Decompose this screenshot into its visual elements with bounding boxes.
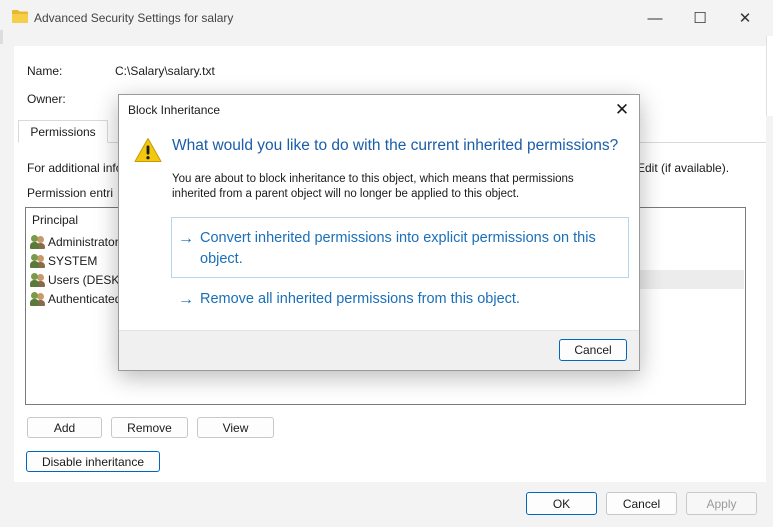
close-button[interactable]: ✕ <box>722 6 768 30</box>
user-group-icon <box>30 253 46 268</box>
dialog-body-text: You are about to block inheritance to th… <box>172 173 574 200</box>
table-row[interactable]: Authenticated <box>30 289 121 308</box>
close-icon: ✕ <box>614 100 630 119</box>
info-text-end: Edit (if available). <box>637 161 730 175</box>
maximize-button[interactable]: ☐ <box>677 6 723 30</box>
window-edge-right <box>766 36 773 116</box>
user-group-icon <box>30 272 46 287</box>
info-text: For additional info <box>27 161 123 175</box>
arrow-right-icon: → <box>178 291 194 308</box>
remove-option-label: Remove all inherited permissions from th… <box>200 291 520 307</box>
warning-icon <box>134 137 162 166</box>
maximize-icon: ☐ <box>693 10 707 27</box>
principal-name: Administrator <box>48 234 119 249</box>
convert-option-label: Convert inherited permissions into expli… <box>200 230 596 267</box>
window-title: Advanced Security Settings for salary <box>34 11 234 25</box>
user-group-icon <box>30 291 46 306</box>
remove-permissions-option[interactable]: → Remove all inherited permissions from … <box>171 287 629 317</box>
owner-label: Owner: <box>27 92 66 106</box>
view-button[interactable]: View <box>197 417 274 438</box>
column-header-principal[interactable]: Principal <box>32 213 78 227</box>
folder-icon <box>12 9 28 26</box>
minimize-icon: — <box>647 9 663 27</box>
principal-name: SYSTEM <box>48 253 98 268</box>
block-inheritance-dialog: Block Inheritance ✕ What would you like … <box>118 94 640 371</box>
selected-row-highlight <box>640 270 744 289</box>
close-icon: ✕ <box>738 10 752 27</box>
apply-button[interactable]: Apply <box>686 492 757 515</box>
table-row[interactable]: Administrator <box>30 232 119 251</box>
tab-permissions[interactable]: Permissions <box>18 120 108 143</box>
arrow-right-icon: → <box>178 230 194 247</box>
add-button[interactable]: Add <box>27 417 102 438</box>
window-edge <box>0 30 3 44</box>
cancel-button[interactable]: Cancel <box>606 492 677 515</box>
convert-permissions-option[interactable]: → Convert inherited permissions into exp… <box>171 217 629 278</box>
name-value: C:\Salary\salary.txt <box>115 64 215 78</box>
minimize-button[interactable]: — <box>632 6 678 30</box>
user-group-icon <box>30 234 46 249</box>
table-row[interactable]: SYSTEM <box>30 251 97 270</box>
dialog-title: Block Inheritance <box>128 103 221 117</box>
remove-button[interactable]: Remove <box>111 417 188 438</box>
principal-name: Authenticated <box>48 291 122 306</box>
dialog-cancel-button[interactable]: Cancel <box>559 339 627 361</box>
dialog-heading: What would you like to do with the curre… <box>172 137 619 154</box>
dialog-close-button[interactable]: ✕ <box>609 98 635 122</box>
permission-entries-label: Permission entri <box>27 186 114 200</box>
ok-button[interactable]: OK <box>526 492 597 515</box>
disable-inheritance-button[interactable]: Disable inheritance <box>26 451 160 472</box>
name-label: Name: <box>27 64 63 78</box>
